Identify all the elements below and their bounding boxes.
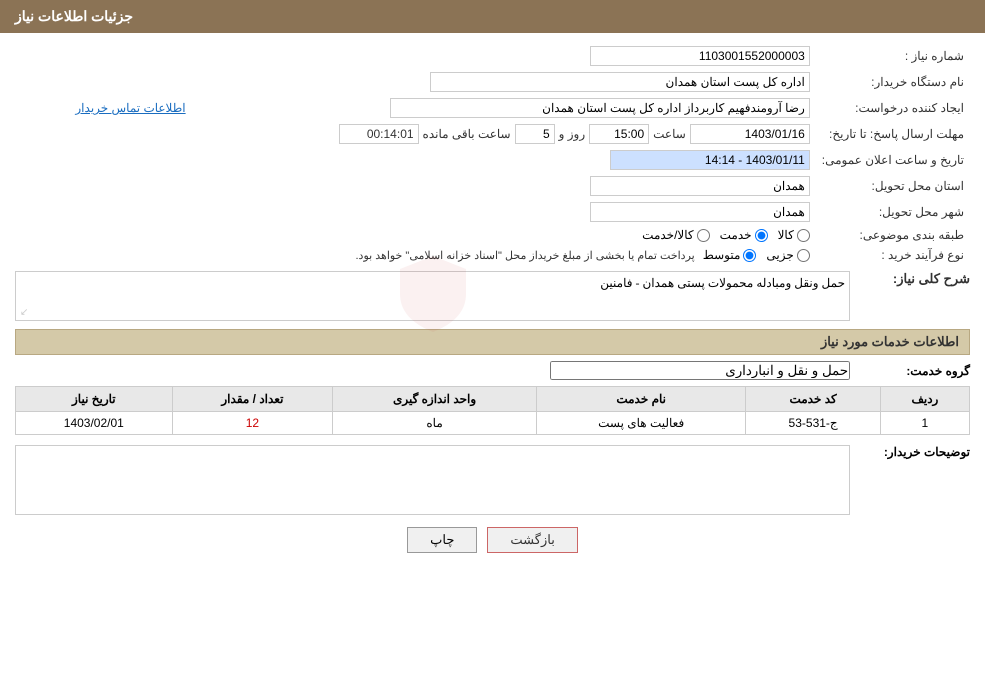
print-button[interactable]: چاپ (407, 527, 477, 553)
grohKhadamat-input[interactable] (550, 361, 850, 380)
tabaqebondi-label: طبقه بندی موضوعی: (816, 225, 970, 245)
col-namKhadamat: نام خدمت (536, 387, 746, 412)
info-section: شماره نیاز : نام دستگاه خریدار: ایجاد کن… (15, 43, 970, 265)
noeFarayand-jazei-radio[interactable] (797, 249, 810, 262)
ijadKonande-value-cell (192, 95, 816, 121)
grohKhadamat-row: گروه خدمت: (15, 361, 970, 380)
col-radif: ردیف (880, 387, 969, 412)
cell-tedad: 12 (172, 412, 333, 435)
tabaqebondi-khadamat-radio[interactable] (755, 229, 768, 242)
baghimande-input[interactable] (339, 124, 419, 144)
cell-vahedAndaze: ماه (333, 412, 537, 435)
main-content: شماره نیاز : نام دستگاه خریدار: ایجاد کن… (0, 33, 985, 573)
ijadKonande-input[interactable] (390, 98, 810, 118)
tabaqebondi-khadamat[interactable]: خدمت (720, 228, 768, 242)
col-tarikh: تاریخ نیاز (16, 387, 173, 412)
baghimande-label: ساعت باقی مانده (423, 127, 511, 141)
mohlatErsal-value-cell: ساعت روز و ساعت باقی مانده (15, 121, 816, 147)
tozihKharidar-label: توضیحات خریدار: (850, 445, 970, 459)
noeFarayand-mottaset-radio[interactable] (743, 249, 756, 262)
namDasgah-input[interactable] (430, 72, 810, 92)
shomareNiaz-label: شماره نیاز : (816, 43, 970, 69)
shahrTahvil-input[interactable] (590, 202, 810, 222)
shahrTahvil-label: شهر محل تحویل: (816, 199, 970, 225)
tamas-link[interactable]: اطلاعات تماس خریدار (75, 101, 185, 115)
page-title: جزئیات اطلاعات نیاز (15, 8, 133, 24)
tarikhElan-label: تاریخ و ساعت اعلان عمومی: (816, 147, 970, 173)
namDasgah-value-cell (15, 69, 816, 95)
page-header: جزئیات اطلاعات نیاز (0, 0, 985, 33)
cell-kodKhadamat: ج-531-53 (746, 412, 880, 435)
saat-input[interactable] (589, 124, 649, 144)
roz-label: روز و (559, 127, 586, 141)
grohKhadamat-label: گروه خدمت: (850, 364, 970, 378)
cell-namKhadamat: فعالیت های پست (536, 412, 746, 435)
ijadKonande-label: ایجاد کننده درخواست: (816, 95, 970, 121)
ostanTahvil-label: استان محل تحویل: (816, 173, 970, 199)
shomareNiaz-input[interactable] (590, 46, 810, 66)
cell-tarikh: 1403/02/01 (16, 412, 173, 435)
roz-input[interactable] (515, 124, 555, 144)
ostanTahvil-input[interactable] (590, 176, 810, 196)
shomareNiaz-value-cell (222, 43, 815, 69)
tabaqebondi-group: کالا خدمت کالا/خدمت (21, 228, 810, 242)
shahreKoli-label: شرح کلی نیاز: (850, 271, 970, 287)
tozih-section: توضیحات خریدار: (15, 445, 970, 515)
saat-label: ساعت (653, 127, 686, 141)
shahreKoli-value: حمل ونقل ومبادله محمولات پستی همدان - فا… (600, 276, 845, 290)
tabaqebondi-kala-radio[interactable] (797, 229, 810, 242)
tabaqebondi-kala-khadamat[interactable]: کالا/خدمت (642, 228, 709, 242)
date-input[interactable] (690, 124, 810, 144)
buttons-row: بازگشت چاپ (15, 527, 970, 553)
col-vahedAndaze: واحد اندازه گیری (333, 387, 537, 412)
tabaqebondi-kalakhadamat-radio[interactable] (697, 229, 710, 242)
col-tedad: تعداد / مقدار (172, 387, 333, 412)
cell-radif: 1 (880, 412, 969, 435)
mohlatErsal-label: مهلت ارسال پاسخ: تا تاریخ: (816, 121, 970, 147)
tabaqebondi-kala[interactable]: کالا (778, 228, 810, 242)
watermark-shield (398, 254, 468, 338)
noeFarayand-group: جزیی متوسط (703, 248, 810, 262)
shahreKoli-section: شرح کلی نیاز: حمل ونقل ومبادله محمولات پ… (15, 271, 970, 321)
noeFarayand-mottaset[interactable]: متوسط (703, 248, 757, 262)
tozihKharidar-textarea[interactable] (15, 445, 850, 515)
col-kodKhadamat: کد خدمت (746, 387, 880, 412)
table-row: 1 ج-531-53 فعالیت های پست ماه 12 1403/02… (16, 412, 970, 435)
noeFarayand-label: نوع فرآیند خرید : (816, 245, 970, 265)
namDasgah-label: نام دستگاه خریدار: (816, 69, 970, 95)
noeFarayand-jazei[interactable]: جزیی (766, 248, 809, 262)
noeFarayand-note: پرداخت تمام یا بخشی از مبلغ خریداز محل "… (355, 249, 694, 262)
services-table: ردیف کد خدمت نام خدمت واحد اندازه گیری ت… (15, 386, 970, 435)
tarikhElan-input[interactable] (610, 150, 810, 170)
khadamat-section-title: اطلاعات خدمات مورد نیاز (15, 329, 970, 355)
back-button[interactable]: بازگشت (487, 527, 577, 553)
